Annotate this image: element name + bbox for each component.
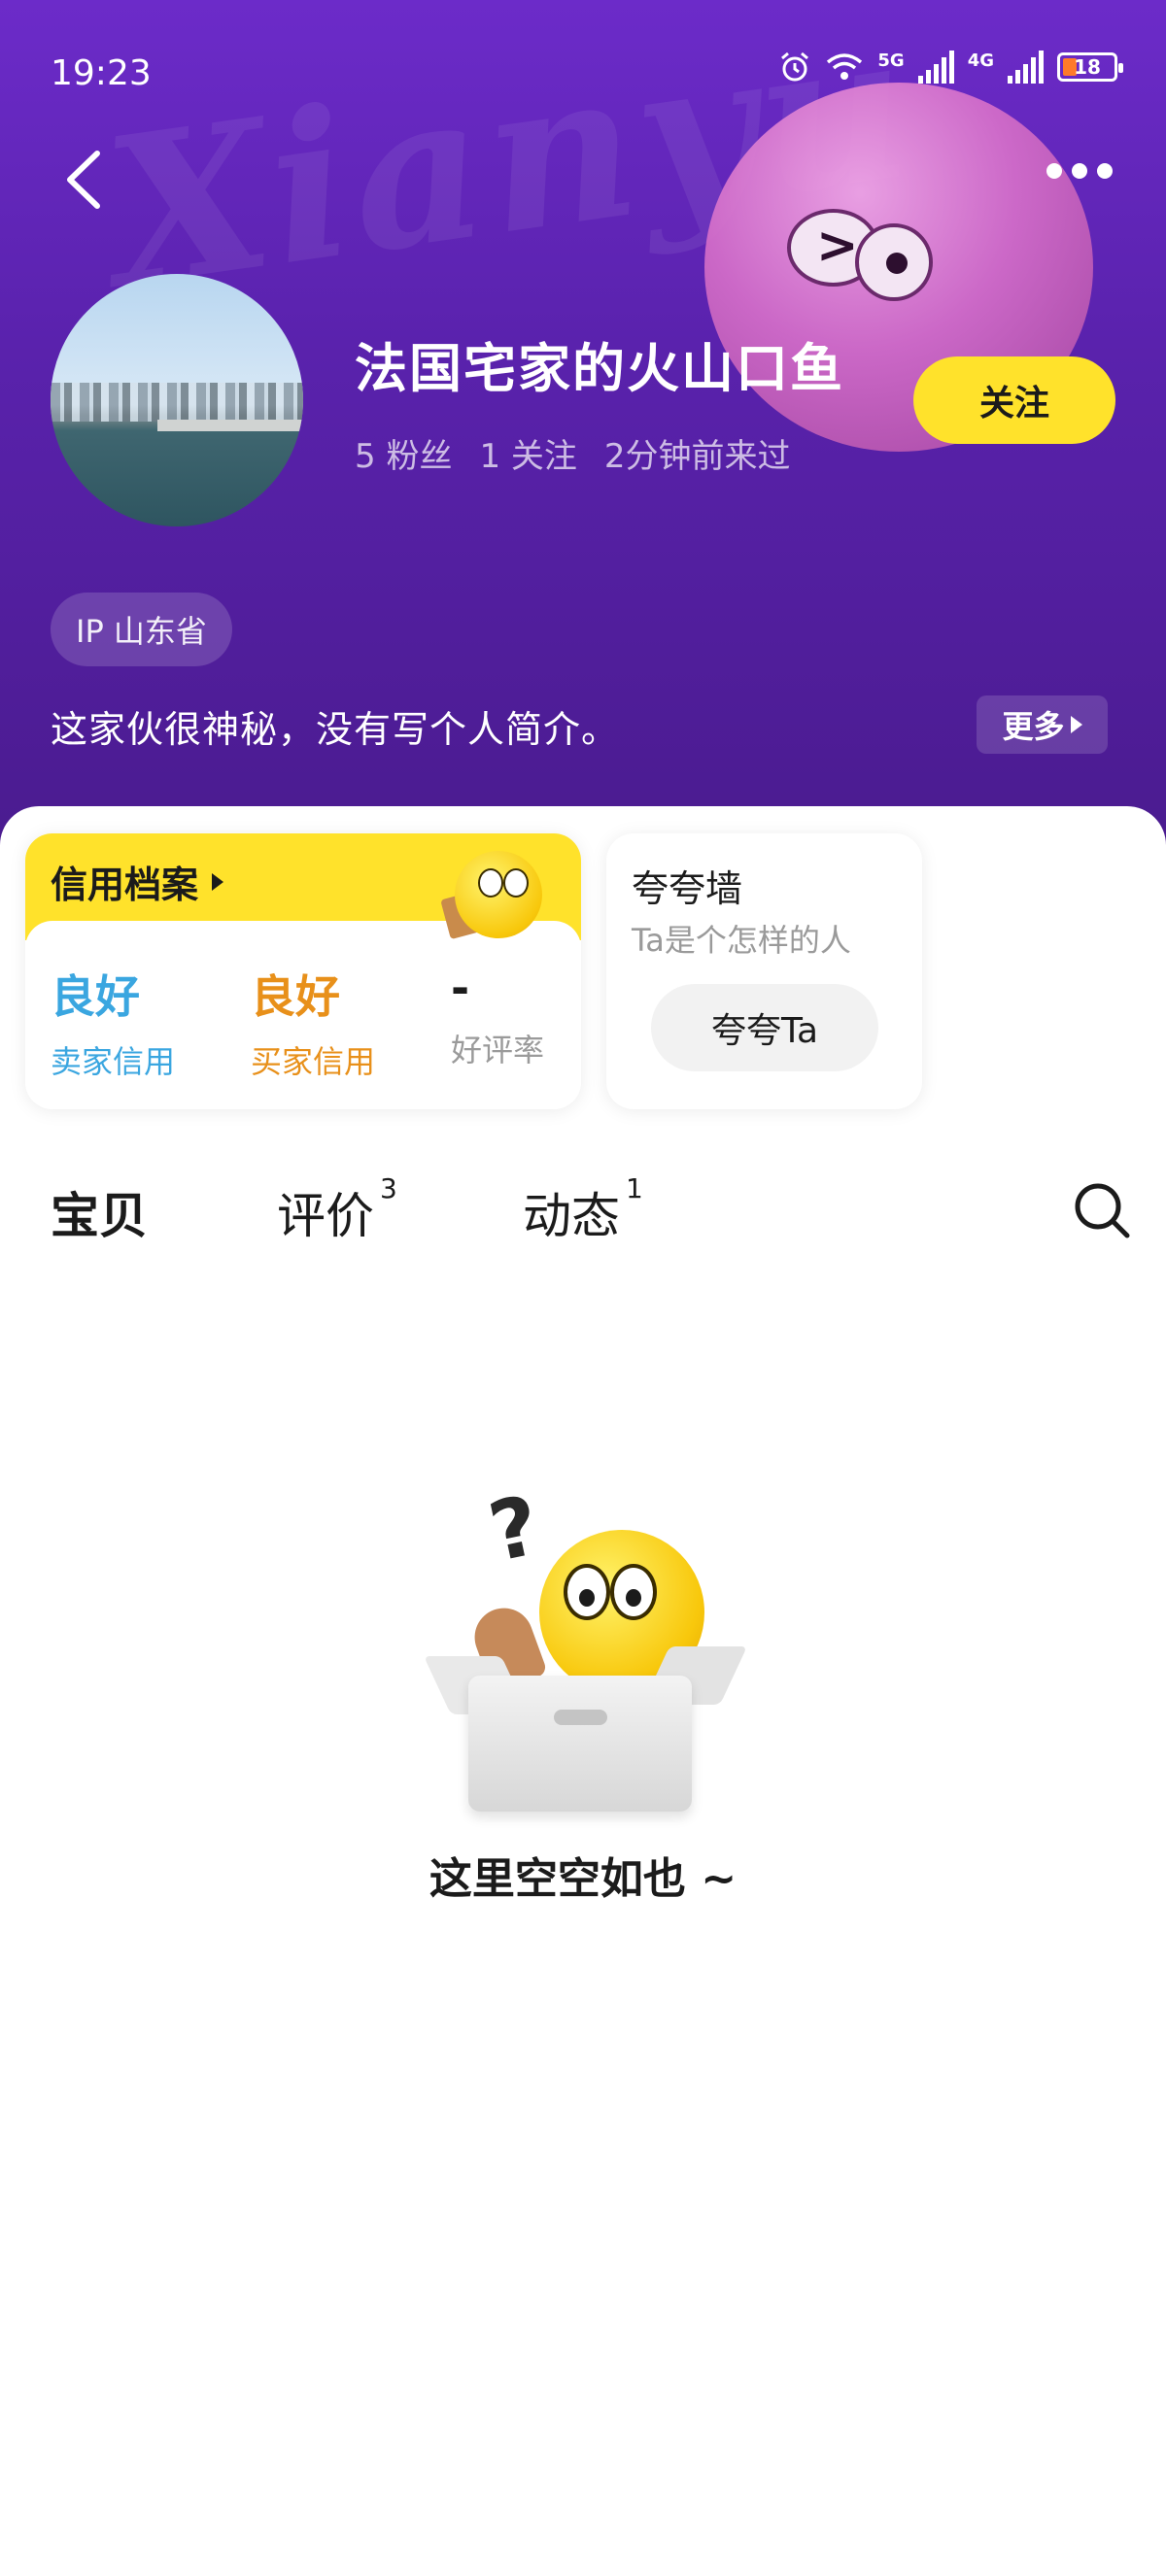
tab-reviews[interactable]: 评价 3 xyxy=(277,1172,397,1247)
more-bio-label: 更多 xyxy=(1002,708,1065,745)
avatar[interactable] xyxy=(51,274,303,526)
seller-credit-label: 卖家信用 xyxy=(51,1043,176,1080)
buyer-credit[interactable]: 良好 买家信用 xyxy=(251,962,375,1082)
empty-state-illustration: ? xyxy=(424,1477,747,1812)
praise-wall-card[interactable]: 夸夸墙 Ta是个怎样的人 夸夸Ta xyxy=(606,833,922,1109)
status-time: 19:23 xyxy=(51,53,152,93)
tab-items[interactable]: 宝贝 xyxy=(51,1177,152,1247)
seller-credit[interactable]: 良好 卖家信用 xyxy=(51,962,175,1082)
credit-title-label: 信用档案 xyxy=(51,864,199,906)
buyer-credit-label: 买家信用 xyxy=(251,1043,376,1080)
search-icon[interactable] xyxy=(1072,1180,1132,1240)
follow-button[interactable]: 关注 xyxy=(913,356,1115,444)
buyer-credit-value: 良好 xyxy=(251,970,340,1023)
tab-posts[interactable]: 动态 1 xyxy=(523,1172,643,1247)
positive-rate-value: - xyxy=(451,962,470,1014)
seller-credit-value: 良好 xyxy=(51,970,140,1023)
tab-reviews-count: 3 xyxy=(380,1172,397,1205)
positive-rate[interactable]: - 好评率 xyxy=(451,962,544,1070)
battery-level: 18 xyxy=(1074,55,1101,79)
fans-count[interactable]: 5 粉丝 xyxy=(355,429,452,477)
network-5g-label: 5G xyxy=(877,51,905,71)
status-icons: 5G 4G 18 xyxy=(778,51,1123,84)
praise-wall-title: 夸夸墙 xyxy=(632,867,743,910)
bio-text: 这家伙很神秘，没有写个人简介。 xyxy=(51,708,620,751)
signal-icon-2 xyxy=(1008,51,1044,84)
more-dots-icon[interactable] xyxy=(1046,163,1113,179)
ip-location-tag: IP 山东省 xyxy=(51,593,232,666)
tab-posts-label: 动态 xyxy=(523,1188,620,1244)
wifi-icon xyxy=(827,53,863,80)
credit-mascot-icon xyxy=(440,841,552,940)
following-count[interactable]: 1 关注 xyxy=(479,429,576,477)
credit-profile-title[interactable]: 信用档案 xyxy=(51,855,224,908)
more-bio-button[interactable]: 更多 xyxy=(977,695,1108,754)
empty-state-message: 这里空空如也 ~ xyxy=(429,1854,737,1904)
profile-header: Xianyu 19:23 5G 4G 18 法 xyxy=(0,0,1166,855)
back-arrow-icon[interactable] xyxy=(58,146,117,214)
praise-button[interactable]: 夸夸Ta xyxy=(651,984,878,1071)
profile-stats: 5 粉丝 1 关注 2分钟前来过 xyxy=(355,429,791,477)
username: 法国宅家的火山口鱼 xyxy=(355,338,844,399)
tab-items-label: 宝贝 xyxy=(51,1188,148,1244)
positive-rate-label: 好评率 xyxy=(451,1032,545,1068)
network-4g-label: 4G xyxy=(967,51,994,71)
last-seen: 2分钟前来过 xyxy=(603,437,791,476)
alarm-icon xyxy=(781,51,809,82)
caret-right-icon xyxy=(212,872,224,891)
tab-reviews-label: 评价 xyxy=(277,1188,374,1244)
mascot-eye-right xyxy=(855,223,933,301)
praise-wall-subtitle: Ta是个怎样的人 xyxy=(632,922,851,959)
caret-right-icon xyxy=(1070,716,1082,733)
signal-icon xyxy=(917,51,954,84)
tab-posts-count: 1 xyxy=(626,1172,643,1205)
battery-icon: 18 xyxy=(1057,52,1123,82)
